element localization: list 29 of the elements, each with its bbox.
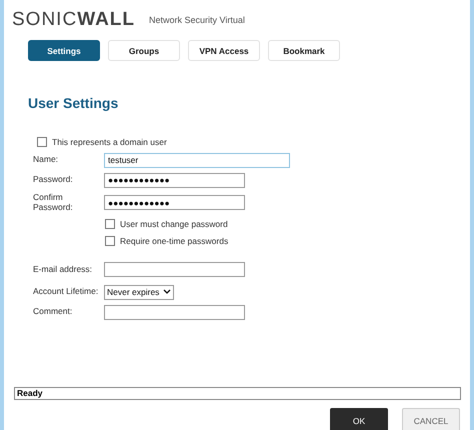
cancel-button[interactable]: CANCEL [402, 408, 460, 430]
chevron-down-icon [163, 289, 172, 295]
input-field[interactable]: testuser [104, 152, 290, 168]
field-label: Confirm Password: [33, 193, 74, 212]
field-label: Name: [33, 155, 60, 165]
checkbox-label: Require one-time passwords [120, 236, 228, 246]
field-label: Comment: [33, 307, 74, 317]
checkbox[interactable] [105, 236, 115, 246]
tab[interactable]: Settings [28, 40, 100, 61]
input-field[interactable]: ●●●●●●●●●●●● [104, 195, 245, 210]
checkbox-label: User must change password [120, 218, 228, 228]
checkbox[interactable] [37, 136, 47, 146]
section-heading: User Settings [28, 95, 120, 111]
field-label: Account Lifetime: [33, 287, 100, 297]
logo: SONICWALL [12, 9, 136, 31]
tab[interactable]: Groups [108, 40, 180, 61]
ok-button[interactable]: OK [330, 408, 388, 430]
product-name: Network Security Virtual [149, 15, 245, 25]
field-label: E-mail address: [33, 264, 94, 274]
tab[interactable]: VPN Access [188, 40, 260, 61]
input-field[interactable]: ●●●●●●●●●●●● [104, 172, 245, 188]
checkbox-label: This represents a domain user [52, 136, 167, 146]
checkbox[interactable] [105, 218, 115, 228]
input-field[interactable] [104, 262, 245, 277]
tab[interactable]: Bookmark [268, 40, 340, 61]
dropdown[interactable]: Never expires [104, 284, 174, 300]
input-field[interactable] [104, 304, 245, 320]
field-label: Password: [33, 175, 74, 185]
status-bar: Ready [14, 387, 461, 400]
